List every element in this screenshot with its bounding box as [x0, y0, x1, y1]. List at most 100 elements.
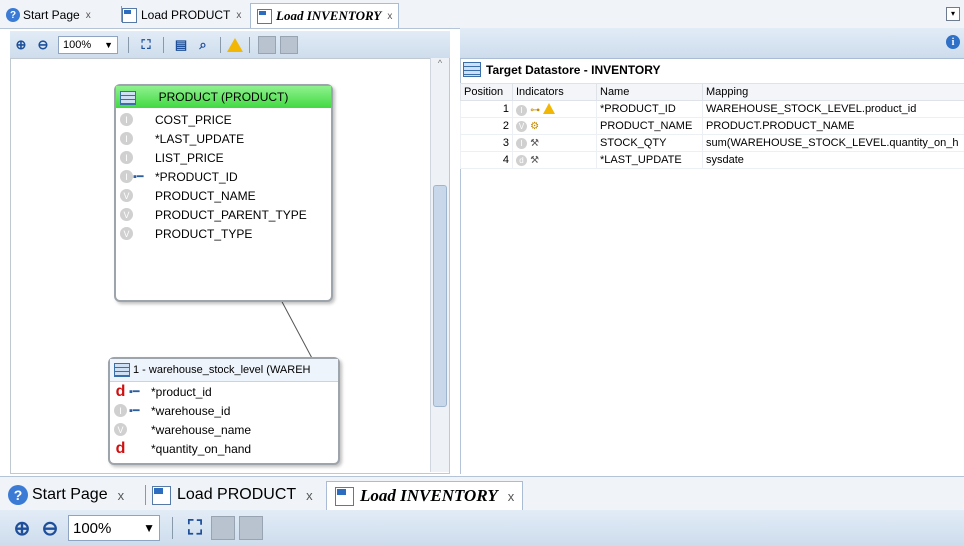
disabled-tool-icon [239, 516, 263, 540]
tab-label: Load PRODUCT [177, 486, 297, 503]
attribute-indicator-icon: I [120, 132, 133, 145]
cell-indicators: I ⚒ [512, 134, 597, 152]
primary-key-icon: ▪━ [129, 386, 140, 398]
tab-start-page[interactable]: ? Start Page x [8, 481, 124, 509]
close-icon[interactable]: x [118, 488, 125, 503]
attribute-row[interactable]: V PRODUCT_PARENT_TYPE [116, 205, 331, 224]
attribute-row[interactable]: I COST_PRICE [116, 110, 331, 129]
zoom-in-icon[interactable]: ⊕ [10, 516, 34, 540]
property-toolbar: i [460, 28, 964, 59]
primary-key-icon: ▪━ [133, 171, 144, 183]
editor-tab-bar-bottom: ? Start Page x Load PRODUCT x Load INVEN… [0, 476, 964, 511]
fit-to-window-icon[interactable]: ⛶ [183, 516, 207, 540]
hammer-icon: ⚒ [530, 138, 540, 149]
info-icon[interactable]: i [946, 35, 960, 49]
cell-indicators: I ⊶ [512, 100, 597, 118]
target-datastore-title: Target Datastore - INVENTORY [486, 62, 661, 77]
date-type-icon: d [115, 382, 126, 400]
mapping-icon [152, 485, 171, 505]
zoom-value: 100% [73, 519, 112, 537]
zoom-select[interactable]: 100% ▼ [68, 515, 160, 541]
tab-load-inventory[interactable]: Load INVENTORY x [326, 481, 524, 510]
tab-load-product[interactable]: Load PRODUCT x [152, 481, 313, 509]
attribute-row[interactable]: d *quantity_on_hand [110, 439, 338, 458]
column-header-indicators[interactable]: Indicators [512, 83, 597, 101]
cell-name: PRODUCT_NAME [596, 117, 703, 135]
table-row[interactable]: 3 I ⚒ STOCK_QTY sum(WAREHOUSE_STOCK_LEVE… [460, 134, 964, 152]
attribute-row[interactable]: V PRODUCT_TYPE [116, 224, 331, 243]
attribute-name: *warehouse_name [151, 422, 252, 437]
cell-position: 3 [460, 134, 513, 152]
attribute-name: *PRODUCT_ID [155, 169, 238, 184]
cell-name: STOCK_QTY [596, 134, 703, 152]
product-datastore-header[interactable]: PRODUCT (PRODUCT) [116, 86, 331, 108]
target-datastore-title-row: Target Datastore - INVENTORY [463, 62, 660, 77]
mapping-icon [335, 486, 354, 506]
attribute-name: LIST_PRICE [155, 150, 224, 165]
hammer-icon: ⚒ [530, 155, 540, 166]
warehouse-stock-level-title: 1 - warehouse_stock_level (WAREH [133, 364, 311, 376]
gear-icon: ⚙ [530, 121, 540, 132]
datastore-icon [120, 91, 136, 105]
primary-key-icon: ▪━ [129, 405, 140, 417]
tab-separator [145, 485, 146, 505]
attribute-indicator-icon: V [120, 189, 133, 202]
attribute-indicator-icon: d [516, 155, 527, 166]
help-icon: ? [8, 485, 28, 505]
attribute-indicator-icon: I [114, 404, 127, 417]
attribute-indicator-icon: I [516, 138, 527, 149]
target-mapping-table-container: Position Indicators Name Mapping 1 I ⊶ *… [460, 83, 964, 169]
attribute-indicator-icon: V [516, 121, 527, 132]
date-type-icon: d [115, 439, 126, 457]
cell-indicators: d ⚒ [512, 151, 597, 169]
cell-mapping[interactable]: sum(WAREHOUSE_STOCK_LEVEL.quantity_on_h [702, 134, 964, 152]
column-header-position[interactable]: Position [460, 83, 513, 101]
attribute-name: *product_id [151, 384, 212, 399]
datastore-icon [114, 363, 130, 377]
attribute-name: PRODUCT_TYPE [155, 226, 253, 241]
warehouse-stock-level-header[interactable]: 1 - warehouse_stock_level (WAREH [110, 359, 338, 382]
product-datastore-title: PRODUCT (PRODUCT) [158, 90, 289, 104]
datastore-icon [463, 62, 481, 77]
attribute-row[interactable]: V PRODUCT_NAME [116, 186, 331, 205]
cell-mapping[interactable]: WAREHOUSE_STOCK_LEVEL.product_id [702, 100, 964, 118]
toolbar-separator [172, 517, 173, 539]
tab-label: Start Page [32, 486, 108, 503]
attribute-name: COST_PRICE [155, 112, 232, 127]
table-row[interactable]: 4 d ⚒ *LAST_UPDATE sysdate [460, 151, 964, 169]
product-datastore[interactable]: PRODUCT (PRODUCT) I COST_PRICE I *LAST_U… [114, 84, 333, 302]
column-header-name[interactable]: Name [596, 83, 703, 101]
attribute-indicator-icon: V [120, 227, 133, 240]
attribute-indicator-icon: I [120, 151, 133, 164]
attribute-row[interactable]: d ▪━ *product_id [110, 382, 338, 401]
attribute-row[interactable]: I ▪━ *warehouse_id [110, 401, 338, 420]
column-header-mapping[interactable]: Mapping [702, 83, 964, 101]
attribute-name: *warehouse_id [151, 403, 231, 418]
close-icon[interactable]: x [306, 488, 313, 503]
key-icon: ⊶ [530, 104, 541, 116]
table-header-row: Position Indicators Name Mapping [460, 83, 964, 101]
attribute-name: *LAST_UPDATE [155, 131, 245, 146]
attribute-row[interactable]: I LIST_PRICE [116, 148, 331, 167]
attribute-name: PRODUCT_PARENT_TYPE [155, 207, 307, 222]
cell-name: *LAST_UPDATE [596, 151, 703, 169]
target-mapping-table: Position Indicators Name Mapping 1 I ⊶ *… [460, 83, 964, 169]
attribute-indicator-icon: V [120, 208, 133, 221]
disabled-tool-icon [211, 516, 235, 540]
cell-position: 4 [460, 151, 513, 169]
zoom-out-icon[interactable]: ⊖ [38, 516, 62, 540]
close-icon[interactable]: x [508, 489, 515, 504]
cell-indicators: V ⚙ [512, 117, 597, 135]
table-row[interactable]: 2 V ⚙ PRODUCT_NAME PRODUCT.PRODUCT_NAME [460, 117, 964, 135]
cell-mapping[interactable]: PRODUCT.PRODUCT_NAME [702, 117, 964, 135]
diagram-toolbar-bottom: ⊕ ⊖ 100% ▼ ⛶ [0, 510, 964, 546]
cell-position: 2 [460, 117, 513, 135]
chevron-down-icon: ▼ [143, 521, 155, 535]
table-row[interactable]: 1 I ⊶ *PRODUCT_ID WAREHOUSE_STOCK_LEVEL.… [460, 100, 964, 118]
cell-mapping[interactable]: sysdate [702, 151, 964, 169]
attribute-row[interactable]: V *warehouse_name [110, 420, 338, 439]
attribute-indicator-icon: I [120, 170, 133, 183]
attribute-row[interactable]: I ▪━ *PRODUCT_ID [116, 167, 331, 186]
warehouse-stock-level-datastore[interactable]: 1 - warehouse_stock_level (WAREH d ▪━ *pr… [108, 357, 340, 465]
attribute-row[interactable]: I *LAST_UPDATE [116, 129, 331, 148]
